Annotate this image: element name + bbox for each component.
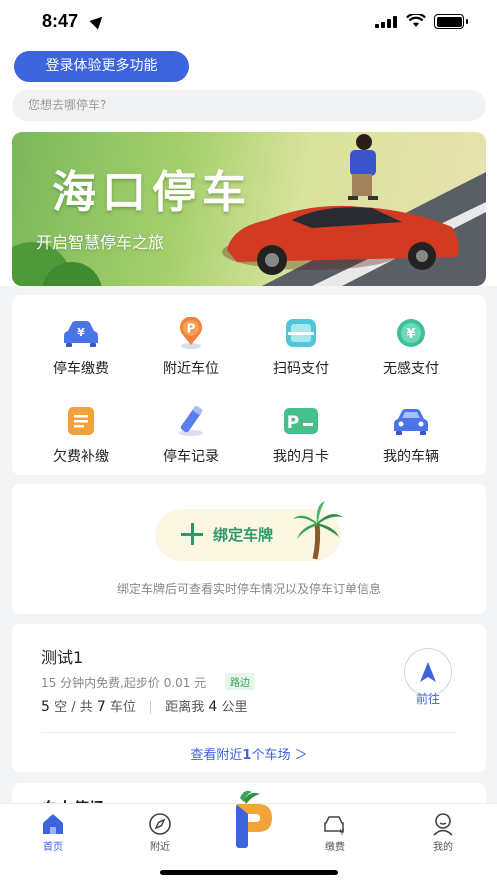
yuan-circle-icon: ¥ — [397, 319, 425, 347]
compass-icon — [149, 813, 171, 835]
tab-pay[interactable]: ¥ 缴费 — [290, 804, 380, 860]
tab-label: 首页 — [43, 842, 63, 853]
bind-plate-label: 绑定车牌 — [213, 526, 274, 544]
total-spots: 7 — [96, 699, 106, 715]
total-spots-label: 车位 — [109, 700, 136, 715]
banner-subtitle: 开启智慧停车之旅 — [36, 233, 165, 252]
car-icon — [394, 409, 428, 435]
grid-item-nearby-spots[interactable]: P 附近车位 — [132, 303, 250, 383]
nearby-suffix: 个车场 ＞ — [251, 748, 308, 763]
divider — [150, 701, 152, 714]
tab-mine[interactable]: 我的 — [398, 804, 488, 860]
divider — [41, 732, 457, 733]
function-grid: ¥ 停车缴费 P 附近车位 扫码支付 ¥ 无感支付 欠费补缴 停车记录 P 我的… — [12, 295, 486, 475]
tab-label: 我的 — [433, 842, 453, 853]
grid-label: 我的车辆 — [383, 449, 439, 465]
free-spots-label: 空 / 共 — [54, 700, 93, 715]
user-icon — [433, 813, 453, 836]
card-icon: P — [284, 408, 318, 434]
tab-label: 附近 — [150, 842, 170, 853]
distance-label: 距离我 — [165, 700, 205, 715]
free-spots: 5 — [41, 699, 50, 715]
parking-lot-card[interactable]: 测试1 15 分钟内免费,起步价 0.01 元 路边 5 空 / 共 7 车位 … — [12, 624, 486, 772]
plus-icon — [181, 523, 203, 545]
app-logo-icon[interactable] — [224, 788, 276, 850]
distance-value: 4 — [208, 699, 218, 715]
lot-price: 15 分钟内免费,起步价 0.01 元 — [41, 676, 207, 690]
bind-plate-button[interactable]: 绑定车牌 — [155, 501, 343, 561]
promo-banner[interactable]: 海口停车 开启智慧停车之旅 — [12, 132, 486, 286]
navigate-label[interactable]: 前往 — [404, 690, 452, 707]
battery-icon — [434, 14, 468, 29]
bind-plate-card: 绑定车牌 绑定车牌后可查看实时停车情况以及停车订单信息 — [12, 484, 486, 614]
car-pay-icon: ¥ — [324, 816, 345, 836]
home-icon — [43, 814, 63, 834]
navigate-button[interactable] — [404, 648, 452, 696]
grid-label: 欠费补缴 — [53, 449, 109, 465]
scan-icon — [286, 319, 316, 347]
grid-label: 扫码支付 — [273, 361, 329, 377]
grid-item-monthly-card[interactable]: P 我的月卡 — [242, 391, 360, 471]
pen-icon — [179, 406, 203, 436]
parking-pin-icon: P — [180, 317, 202, 349]
grid-item-parking-pay[interactable]: ¥ 停车缴费 — [22, 303, 140, 383]
grid-label: 我的月卡 — [273, 449, 329, 465]
car-yuan-icon: ¥ — [64, 321, 98, 347]
svg-text:¥: ¥ — [339, 828, 344, 836]
grid-label: 附近车位 — [163, 361, 219, 377]
tab-nearby[interactable]: 附近 — [115, 804, 205, 860]
grid-label: 无感支付 — [383, 361, 439, 377]
home-indicator — [160, 870, 338, 875]
grid-item-auto-pay[interactable]: ¥ 无感支付 — [352, 303, 470, 383]
login-button[interactable]: 登录体验更多功能 — [14, 51, 189, 82]
location-arrow-icon — [89, 12, 107, 30]
nearby-prefix: 查看附近 — [190, 748, 243, 763]
search-input[interactable]: 您想去哪停车? — [12, 90, 486, 121]
lot-stats: 5 空 / 共 7 车位 距离我 4 公里 — [41, 696, 247, 715]
grid-label: 停车记录 — [163, 449, 219, 465]
bind-plate-tip: 绑定车牌后可查看实时停车情况以及停车订单信息 — [116, 582, 381, 596]
view-nearby-link[interactable]: 查看附近1个车场 ＞ — [12, 744, 486, 763]
svg-text:¥: ¥ — [77, 326, 85, 339]
status-time: 8:47 — [42, 11, 79, 31]
tab-label: 缴费 — [325, 842, 345, 853]
svg-text:¥: ¥ — [406, 327, 415, 342]
navigation-arrow-icon — [420, 662, 436, 682]
tab-home[interactable]: 首页 — [8, 804, 98, 860]
wifi-icon — [406, 14, 426, 27]
grid-item-parking-records[interactable]: 停车记录 — [132, 391, 250, 471]
banner-title: 海口停车 — [52, 167, 252, 218]
grid-label: 停车缴费 — [53, 361, 109, 377]
cellular-signal-icon — [375, 16, 401, 28]
bill-icon — [68, 407, 94, 435]
svg-text:P: P — [287, 413, 299, 433]
palm-tree-icon — [293, 501, 343, 560]
lot-name: 测试1 — [41, 648, 84, 667]
svg-text:P: P — [187, 322, 196, 336]
grid-item-arrears[interactable]: 欠费补缴 — [22, 391, 140, 471]
grid-item-my-vehicle[interactable]: 我的车辆 — [352, 391, 470, 471]
lot-type-badge: 路边 — [225, 673, 255, 690]
grid-item-scan-pay[interactable]: 扫码支付 — [242, 303, 360, 383]
status-bar: 8:47 — [0, 0, 497, 46]
distance-unit: 公里 — [221, 700, 248, 715]
